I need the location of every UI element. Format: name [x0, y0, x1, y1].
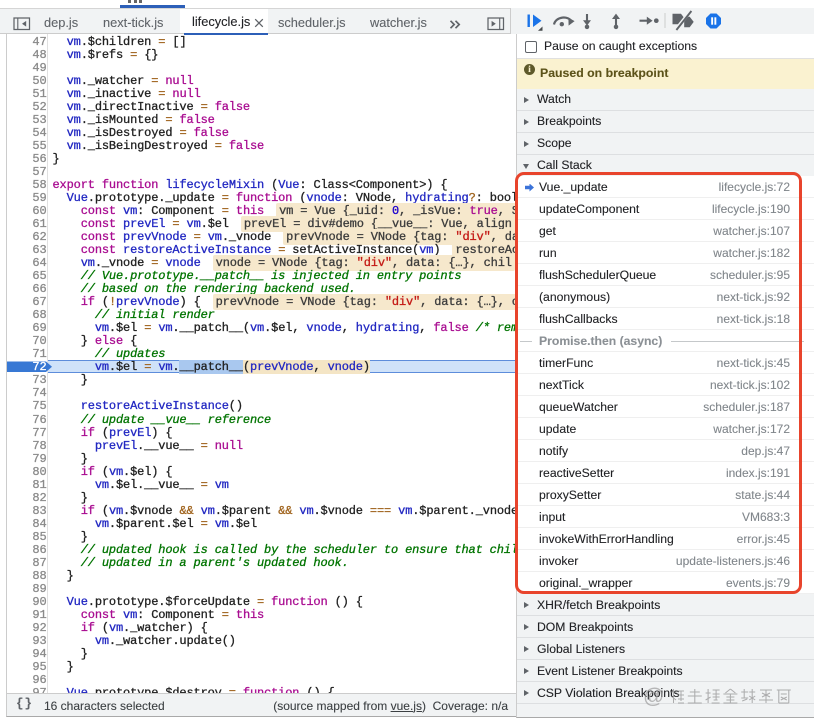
- svg-text:@: @: [643, 685, 664, 708]
